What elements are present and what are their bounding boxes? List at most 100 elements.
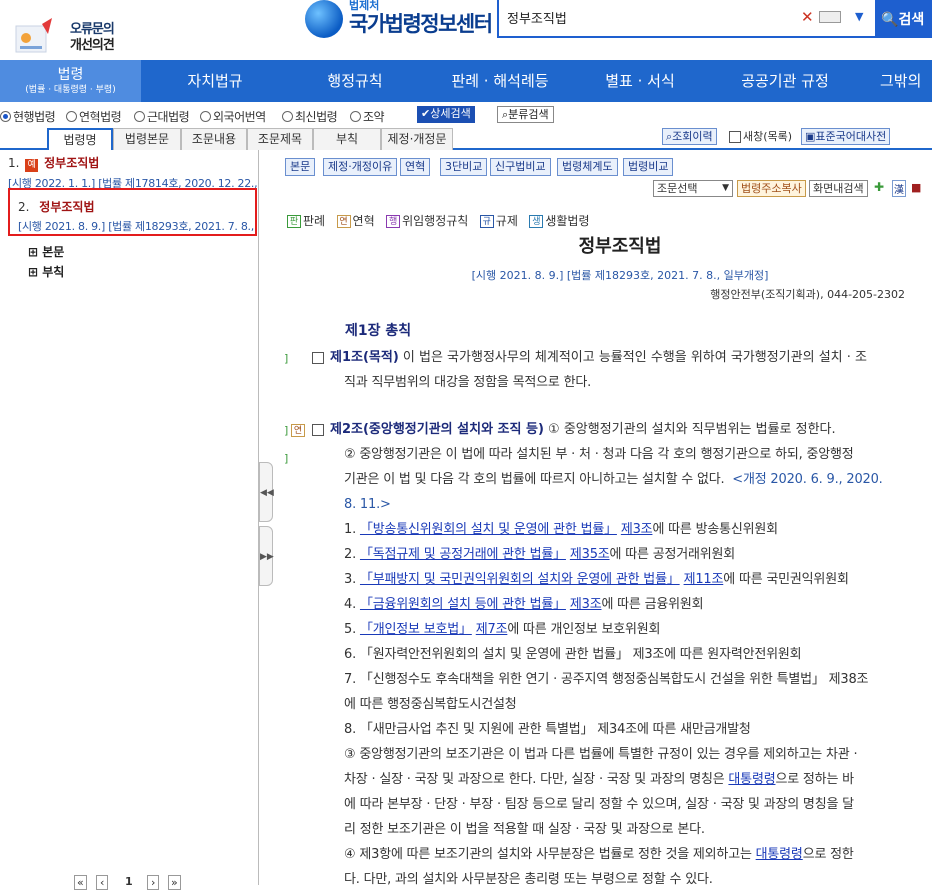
radio-modern-law[interactable]: 근대법령	[134, 108, 190, 125]
chevron-down-icon[interactable]: ▼	[855, 10, 863, 23]
law-info: [시행 2021. 8. 9.] [법률 제18293호, 2021. 7. 8…	[471, 269, 769, 282]
nav-item-public[interactable]: 공공기관 규정	[730, 60, 840, 102]
nav-item-admin-rules[interactable]: 행정규칙	[300, 60, 410, 102]
article-link[interactable]: 제35조	[570, 547, 610, 562]
radio-history-law[interactable]: 연혁법령	[66, 108, 122, 125]
current-page[interactable]: 1	[125, 875, 133, 888]
law-toolbar-secondary: 조문선택 ▼ 법령주소복사 화면내검색 ✚ 漢 ■	[653, 180, 923, 200]
new-window-label: 새창(목록)	[743, 130, 793, 143]
next-page-icon[interactable]: ›	[147, 875, 160, 890]
item-number: 2.	[344, 547, 357, 562]
site-logo[interactable]: 법제처 국가법령정보센터	[305, 0, 495, 40]
copy-address-button[interactable]: 법령주소복사	[737, 180, 806, 197]
decree-link[interactable]: 대통령령	[756, 847, 803, 862]
search-input[interactable]	[507, 6, 797, 28]
history-label: 조회이력	[672, 130, 713, 143]
checkbox-box	[729, 130, 741, 143]
toolbar-history-button[interactable]: 연혁	[400, 158, 431, 176]
toolbar-3way-button[interactable]: 3단비교	[440, 158, 488, 176]
radio-current-law[interactable]: 현행법령	[0, 108, 56, 125]
history-badge[interactable]: 연	[291, 424, 305, 437]
hanja-button[interactable]: 漢	[892, 180, 906, 197]
radio-dot	[350, 111, 361, 122]
nav-item-other[interactable]: 그밖의	[880, 60, 932, 102]
detail-search-button[interactable]: ✔상세검색	[417, 106, 475, 123]
expand-icon: ⊞	[28, 265, 39, 279]
dictionary-button[interactable]: ▣표준국어대사전	[801, 128, 891, 145]
list-item[interactable]: 1. 예 정부조직법 [시행 2022. 1. 1.] [법률 제17814호,…	[8, 154, 258, 191]
case-badge: 판	[287, 215, 301, 228]
article-text: 직과 직무범위의 대강을 정함을 목적으로 한다.	[344, 375, 592, 390]
decree-link[interactable]: 대통령령	[728, 772, 775, 787]
item-number: 5.	[344, 622, 357, 637]
radio-label: 최신법령	[295, 110, 338, 124]
article-link[interactable]: 제7조	[476, 622, 508, 637]
toolbar-reason-button[interactable]: 제정·개정이유	[323, 158, 398, 176]
tree-node-body[interactable]: ⊞ 본문	[28, 243, 64, 260]
nav-item-cases[interactable]: 판례 · 해석례등	[440, 60, 560, 102]
article-checkbox[interactable]	[312, 351, 324, 364]
law-link[interactable]: 「방송통신위원회의 설치 및 운영에 관한 법률」	[360, 522, 617, 537]
paragraph-3-cont: 리 정한 보조기관은 이 법을 적용할 때 실장 · 국장 및 과장으로 본다.	[344, 822, 705, 837]
collapse-left-icon[interactable]: ◀◀	[259, 462, 274, 522]
tab-enactment[interactable]: 제정·개정문	[381, 128, 453, 150]
last-page-icon[interactable]: »	[168, 875, 181, 890]
search-button[interactable]: 🔍검색	[877, 0, 932, 38]
radio-treaty[interactable]: 조약	[350, 108, 385, 125]
keyboard-icon[interactable]	[819, 11, 841, 23]
law-link[interactable]: 「개인정보 보호법」	[360, 622, 472, 637]
class-search-button[interactable]: ⌕분류검색	[497, 106, 554, 123]
law-link[interactable]: 「독점규제 및 공정거래에 관한 법률」	[360, 547, 566, 562]
article-select[interactable]: 조문선택 ▼	[653, 180, 733, 197]
item-text: 에 따른 국민권익위원회	[723, 572, 849, 587]
toolbar-oldnew-button[interactable]: 신구법비교	[490, 158, 551, 176]
tab-addenda[interactable]: 부칙	[313, 128, 381, 150]
article-link[interactable]: 제11조	[684, 572, 724, 587]
list-item-selected[interactable]: 2. 정부조직법 [시행 2021. 8. 9.] [법률 제18293호, 2…	[18, 198, 254, 234]
article-1: 제1조(목적) 이 법은 국가행정사무의 체계적이고 능률적인 수행을 위하여 …	[312, 345, 912, 370]
toolbar-body-button[interactable]: 본문	[285, 158, 316, 176]
favorite-icon[interactable]: ✚	[874, 180, 884, 194]
item-title: 정부조직법	[39, 200, 95, 214]
expand-icon: ⊞	[28, 245, 39, 259]
expand-right-icon[interactable]: ▶▶	[259, 526, 274, 586]
in-page-search-button[interactable]: 화면내검색	[809, 180, 868, 197]
law-link[interactable]: 「부패방지 및 국민권익위원회의 설치와 운영에 관한 법률」	[360, 572, 680, 587]
paragraph-4-cont: 다. 다만, 과의 설치와 사무분장은 총리령 또는 부령으로 정할 수 있다.	[344, 872, 713, 887]
tab-law-name[interactable]: 법령명	[47, 128, 113, 152]
radio-foreign[interactable]: 외국어번역	[200, 108, 266, 125]
new-window-checkbox[interactable]: 새창(목록)	[729, 128, 792, 145]
tab-law-body[interactable]: 법령본문	[113, 128, 181, 150]
article-checkbox[interactable]	[312, 423, 324, 436]
tab-article-title[interactable]: 조문제목	[247, 128, 313, 150]
item-number: 1.	[8, 156, 20, 170]
search-box: ✕ ▼	[497, 0, 877, 38]
list-item: 2. 「독점규제 및 공정거래에 관한 법률」 제35조에 따른 공정거래위원회	[344, 542, 735, 567]
clear-icon[interactable]: ✕	[801, 8, 814, 26]
toolbar-compare-button[interactable]: 법령비교	[623, 158, 674, 176]
radio-label: 연혁법령	[79, 110, 122, 124]
toolbar-system-button[interactable]: 법령체계도	[557, 158, 618, 176]
feedback-link[interactable]: 오류문의 개선의견	[12, 14, 122, 56]
prev-page-icon[interactable]: ‹	[96, 875, 109, 890]
radio-label: 현행법령	[13, 110, 56, 124]
filter-row: 현행법령 연혁법령 근대법령 외국어번역 최신법령 조약 ✔상세검색 ⌕분류검색	[0, 104, 932, 126]
save-icon[interactable]: ■	[911, 181, 921, 194]
article-link[interactable]: 제3조	[570, 597, 602, 612]
nav-item-laws[interactable]: 법령 (법률 · 대통령령 · 부령)	[0, 60, 141, 102]
tab-article-content[interactable]: 조문내용	[181, 128, 247, 150]
tree-node-addenda[interactable]: ⊞ 부칙	[28, 263, 64, 280]
nav-item-forms[interactable]: 별표 · 서식	[590, 60, 690, 102]
article-title: 제1조(목적)	[330, 350, 399, 365]
history-button[interactable]: ⌕조회이력	[662, 128, 717, 145]
article-link[interactable]: 제3조	[621, 522, 653, 537]
law-link[interactable]: 「금융위원회의 설치 등에 관한 법률」	[360, 597, 566, 612]
item-text: 에 따른 금융위원회	[601, 597, 704, 612]
tree-label: 부칙	[42, 265, 65, 279]
result-list-pane	[0, 150, 259, 885]
paragraph-2-cont: 기관은 이 법 및 다음 각 호의 법률에 따르지 아니하고는 설치할 수 없다…	[344, 467, 883, 492]
nav-item-local[interactable]: 자치법규	[160, 60, 270, 102]
radio-latest[interactable]: 최신법령	[282, 108, 338, 125]
first-page-icon[interactable]: «	[74, 875, 87, 890]
legend-label: 위임행정규칙	[402, 214, 469, 228]
